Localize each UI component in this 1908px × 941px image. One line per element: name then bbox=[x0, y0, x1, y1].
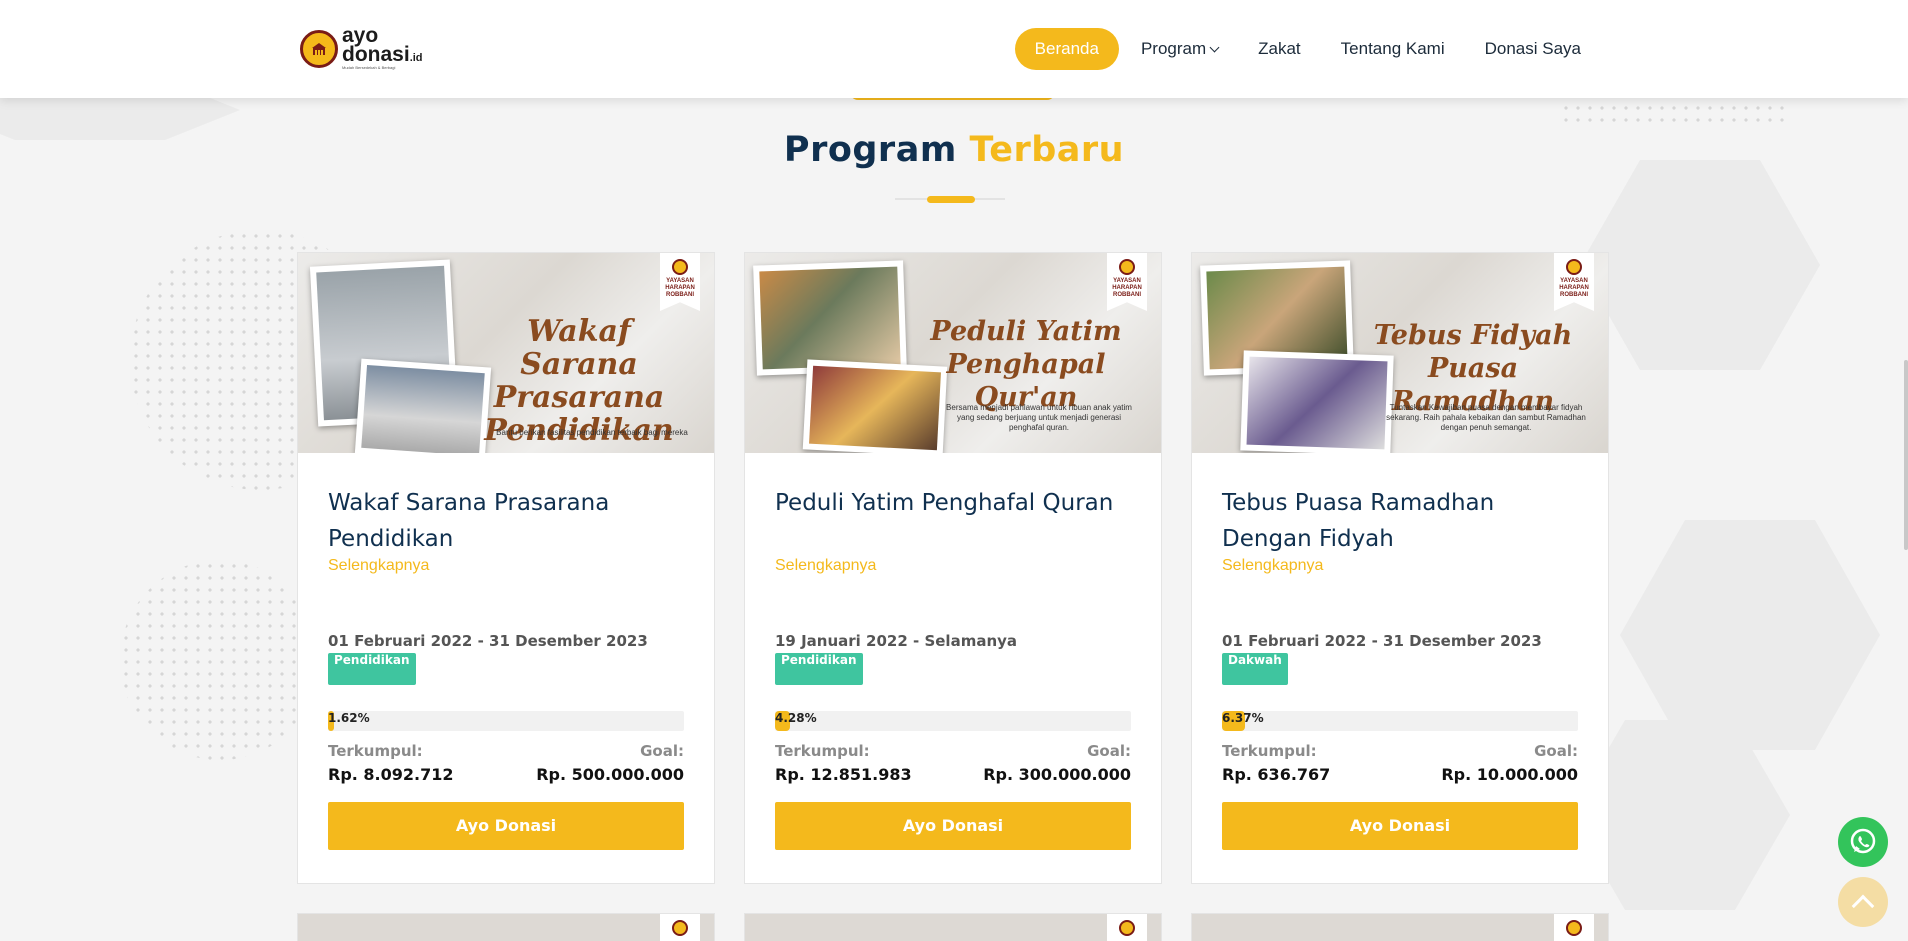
category-badge: Pendidikan bbox=[775, 653, 863, 685]
title-divider-accent bbox=[927, 196, 975, 203]
section-title: Program Terbaru bbox=[783, 130, 1125, 170]
category-badge: Dakwah bbox=[1222, 653, 1288, 685]
program-title[interactable]: Wakaf Sarana Prasarana Pendidikan bbox=[328, 485, 688, 557]
collected-label: Terkumpul: bbox=[775, 742, 870, 760]
mosque-icon bbox=[300, 30, 338, 68]
main-nav: Beranda Program Zakat Tentang Kami Donas… bbox=[1014, 28, 1601, 70]
whatsapp-icon bbox=[1850, 828, 1876, 854]
nav-program[interactable]: Program bbox=[1121, 28, 1238, 70]
program-title[interactable]: Tebus Puasa Ramadhan Dengan Fidyah bbox=[1222, 485, 1582, 557]
banner-title: Peduli Yatim Penghapal Qur'an bbox=[930, 316, 1122, 413]
progress-label: 1.62% bbox=[328, 711, 370, 725]
program-card-next[interactable] bbox=[297, 913, 715, 941]
collected-label: Terkumpul: bbox=[1222, 742, 1317, 760]
program-banner[interactable]: YAYASAN HARAPAN ROBBANI Peduli Yatim Pen… bbox=[745, 253, 1161, 453]
yayasan-logo-badge: YAYASAN HARAPAN ROBBANI bbox=[660, 253, 700, 311]
yayasan-logo-badge: YAYASAN HARAPAN ROBBANI bbox=[1107, 253, 1147, 311]
program-banner[interactable]: YAYASAN HARAPAN ROBBANI Wakaf Sarana Pra… bbox=[298, 253, 714, 453]
category-badge: Pendidikan bbox=[328, 653, 416, 685]
program-date: 01 Februari 2022 - 31 Desember 2023 bbox=[1222, 632, 1542, 650]
donate-button[interactable]: Ayo Donasi bbox=[1222, 802, 1578, 850]
nav-tentang-kami[interactable]: Tentang Kami bbox=[1321, 28, 1465, 70]
yayasan-logo-badge: YAYASAN HARAPAN ROBBANI bbox=[1554, 253, 1594, 311]
goal-label: Goal: bbox=[640, 742, 684, 760]
read-more-link[interactable]: Selengkapnya bbox=[1222, 557, 1323, 575]
chevron-down-icon bbox=[1209, 42, 1220, 53]
yayasan-logo-badge bbox=[1107, 914, 1147, 941]
scrollbar-thumb[interactable] bbox=[1904, 360, 1908, 550]
collected-label: Terkumpul: bbox=[328, 742, 423, 760]
progress-bar: 1.62% bbox=[328, 711, 684, 731]
nav-donasi-saya[interactable]: Donasi Saya bbox=[1465, 28, 1601, 70]
program-banner[interactable]: YAYASAN HARAPAN ROBBANI Tebus Fidyah Pua… bbox=[1192, 253, 1608, 453]
program-card: YAYASAN HARAPAN ROBBANI Peduli Yatim Pen… bbox=[744, 252, 1162, 884]
progress-label: 4.28% bbox=[775, 711, 817, 725]
nav-beranda[interactable]: Beranda bbox=[1014, 28, 1119, 70]
progress-bar: 4.28% bbox=[775, 711, 1131, 731]
yayasan-logo-badge bbox=[1554, 914, 1594, 941]
collected-amount: Rp. 636.767 bbox=[1222, 765, 1331, 784]
program-date: 19 Januari 2022 - Selamanya bbox=[775, 632, 1018, 650]
goal-label: Goal: bbox=[1087, 742, 1131, 760]
read-more-link[interactable]: Selengkapnya bbox=[328, 557, 429, 575]
site-logo[interactable]: ayo donasi.id Mudah Bersedekah & Berbagi bbox=[300, 25, 440, 72]
goal-label: Goal: bbox=[1534, 742, 1578, 760]
goal-amount: Rp. 10.000.000 bbox=[1441, 765, 1578, 784]
page-scrollbar[interactable] bbox=[1904, 0, 1908, 941]
banner-caption: Tuntaskan Kewajiban puasa dengan membaya… bbox=[1386, 403, 1586, 432]
yayasan-logo-badge bbox=[660, 914, 700, 941]
chevron-up-icon bbox=[1851, 894, 1875, 918]
collected-amount: Rp. 8.092.712 bbox=[328, 765, 454, 784]
nav-zakat[interactable]: Zakat bbox=[1238, 28, 1321, 70]
program-date: 01 Februari 2022 - 31 Desember 2023 bbox=[328, 632, 648, 650]
donate-button[interactable]: Ayo Donasi bbox=[775, 802, 1131, 850]
banner-caption: Bantu berikan fasilitas pendidikan terba… bbox=[496, 428, 688, 437]
back-to-top-button[interactable] bbox=[1838, 877, 1888, 927]
site-header: ayo donasi.id Mudah Bersedekah & Berbagi… bbox=[0, 0, 1908, 98]
donate-button[interactable]: Ayo Donasi bbox=[328, 802, 684, 850]
program-card-next[interactable] bbox=[744, 913, 1162, 941]
whatsapp-button[interactable] bbox=[1838, 817, 1888, 867]
progress-bar: 6.37% bbox=[1222, 711, 1578, 731]
logo-tagline: Mudah Bersedekah & Berbagi bbox=[342, 65, 396, 70]
goal-amount: Rp. 300.000.000 bbox=[983, 765, 1131, 784]
program-card: YAYASAN HARAPAN ROBBANI Tebus Fidyah Pua… bbox=[1191, 252, 1609, 884]
program-card-next[interactable] bbox=[1191, 913, 1609, 941]
banner-caption: Bersama menjadi pahlawan untuk ribuan an… bbox=[946, 403, 1132, 432]
collected-amount: Rp. 12.851.983 bbox=[775, 765, 912, 784]
progress-label: 6.37% bbox=[1222, 711, 1264, 725]
program-card: YAYASAN HARAPAN ROBBANI Wakaf Sarana Pra… bbox=[297, 252, 715, 884]
program-title[interactable]: Peduli Yatim Penghafal Quran bbox=[775, 485, 1135, 521]
read-more-link[interactable]: Selengkapnya bbox=[775, 557, 876, 575]
goal-amount: Rp. 500.000.000 bbox=[536, 765, 684, 784]
